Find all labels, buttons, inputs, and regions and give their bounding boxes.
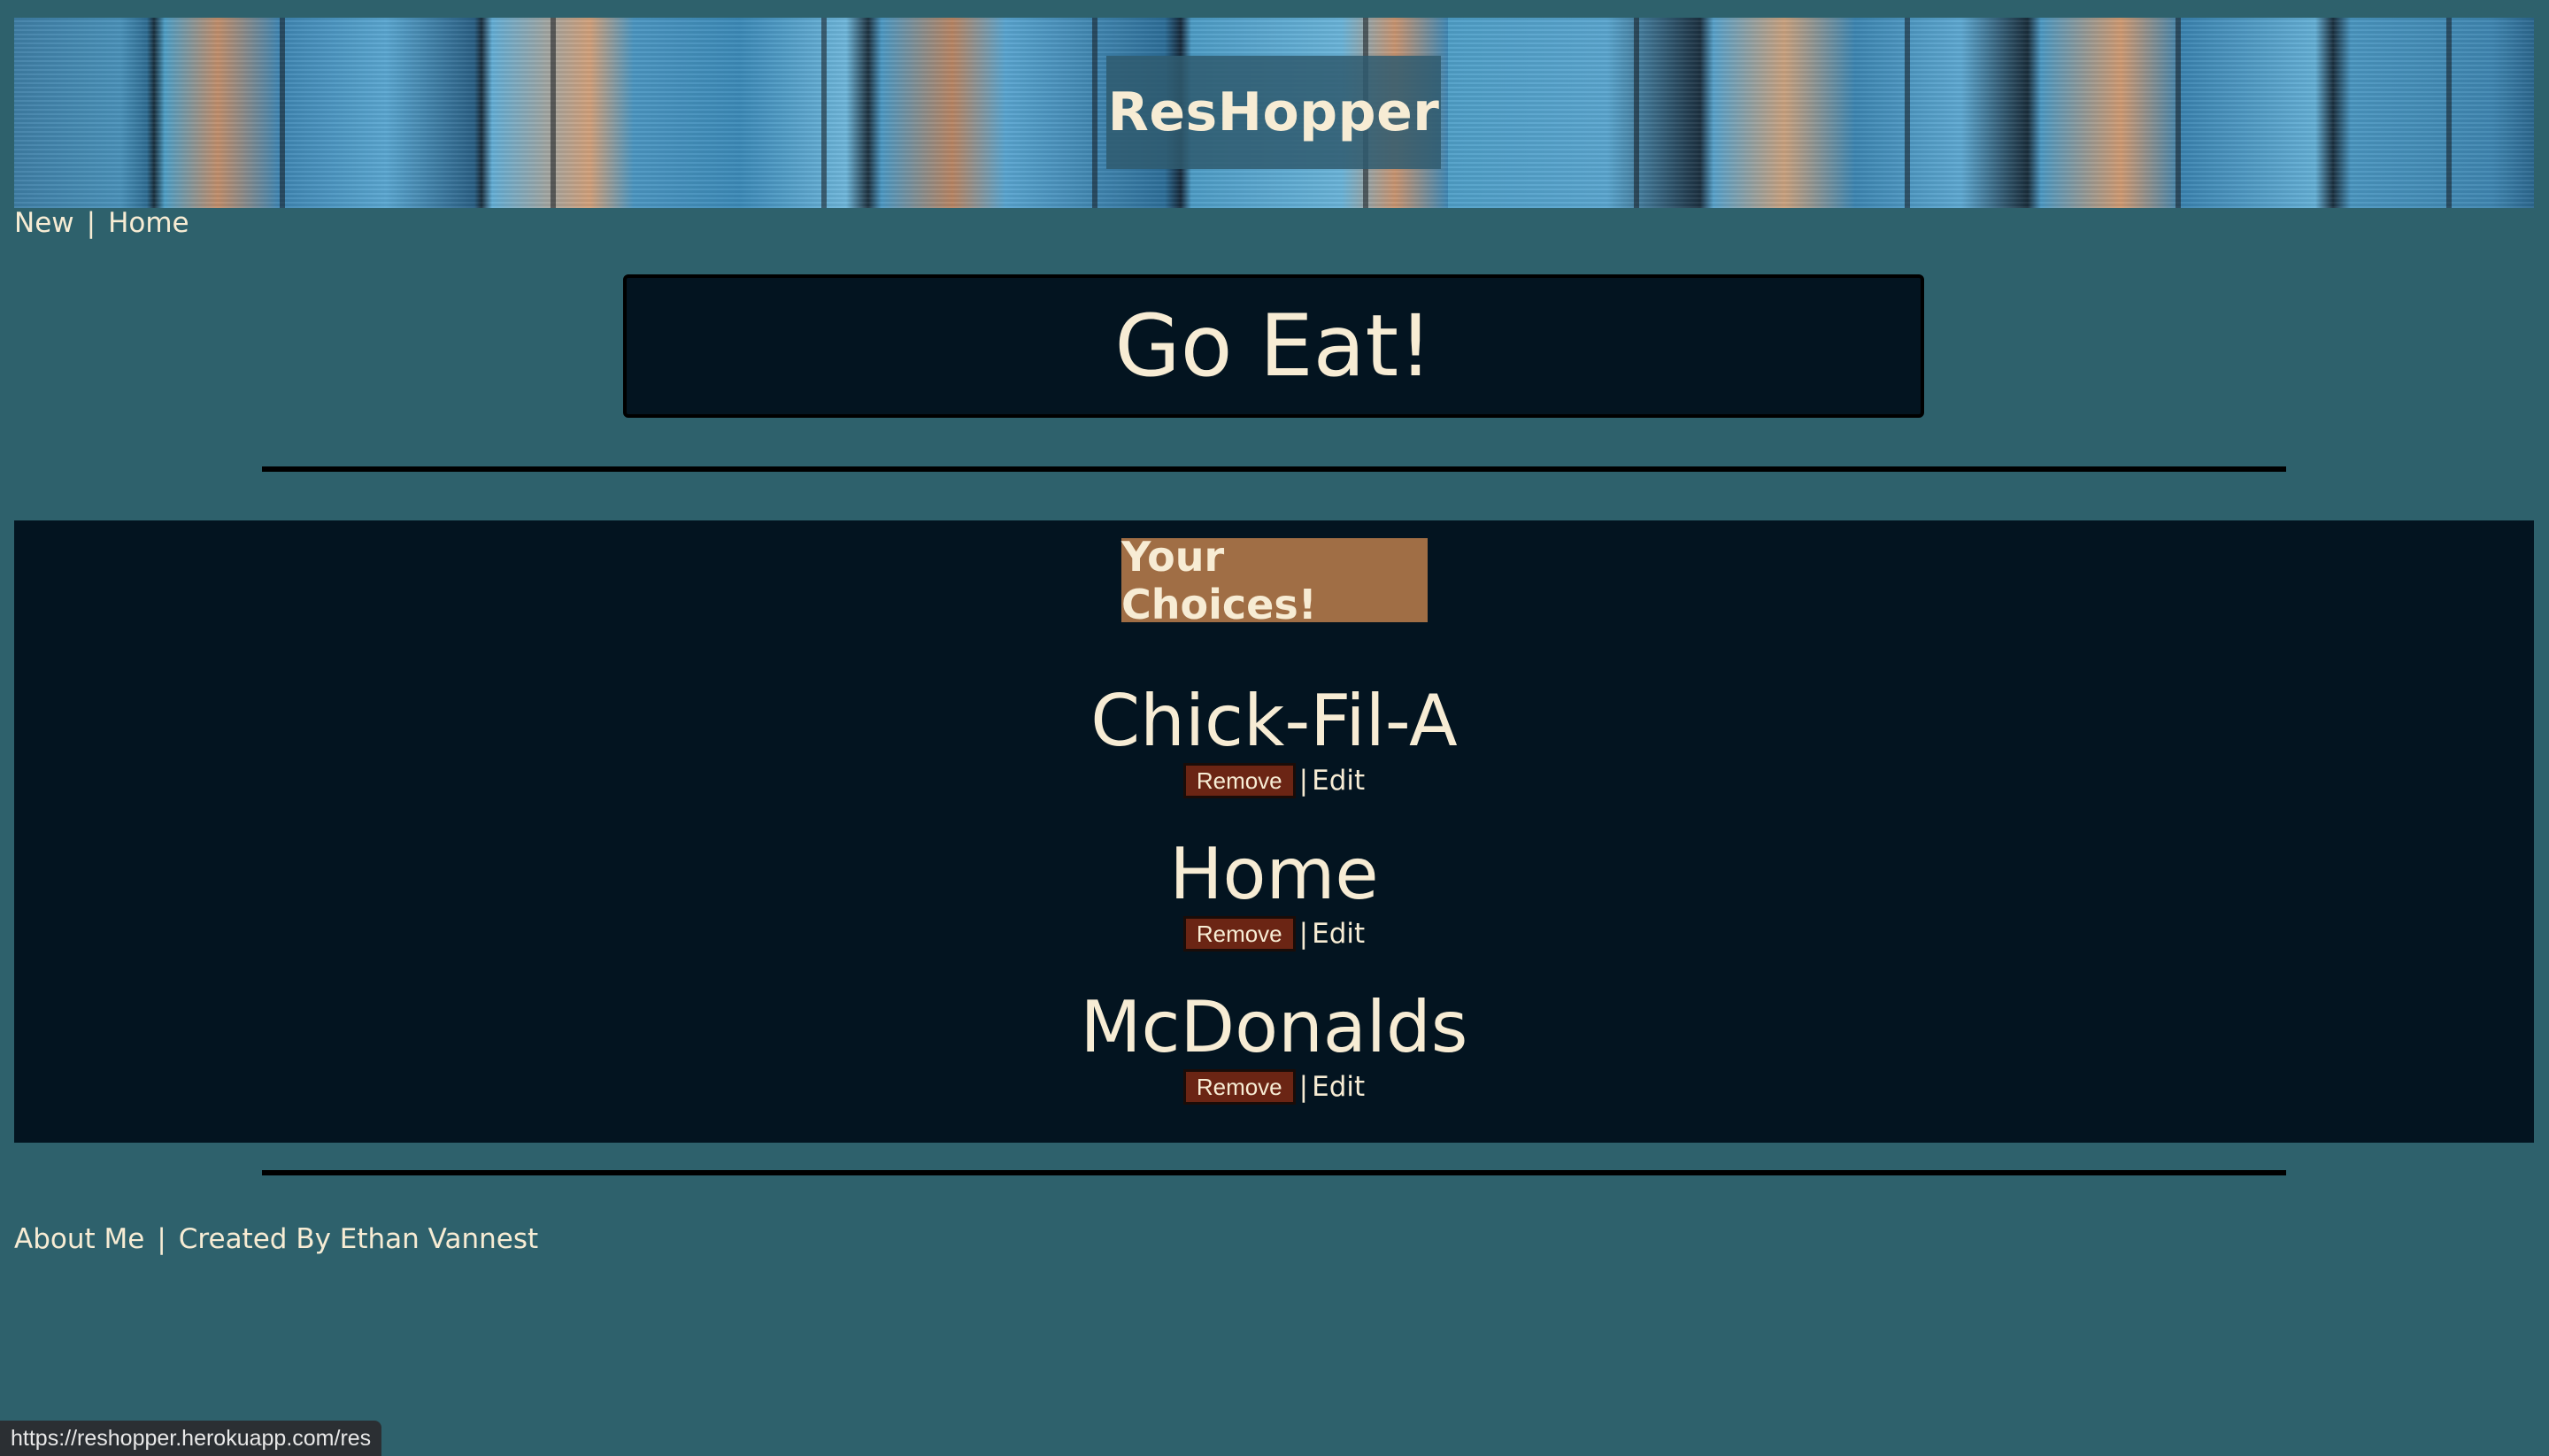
brand-box: ResHopper [1106, 56, 1441, 169]
remove-button[interactable]: Remove [1182, 916, 1296, 951]
action-separator: | [1298, 1071, 1309, 1103]
remove-button[interactable]: Remove [1182, 1069, 1296, 1105]
footer-credit: Created By Ethan Vannest [178, 1223, 539, 1255]
choice-name: Home [1169, 833, 1379, 915]
link-status-bar: https://reshopper.herokuapp.com/res [0, 1421, 382, 1456]
footer-separator: | [157, 1223, 166, 1255]
choice-actions: Remove | Edit [14, 1069, 2534, 1105]
top-nav: New | Home [14, 207, 189, 239]
choice-actions: Remove | Edit [14, 916, 2534, 951]
action-separator: | [1298, 765, 1309, 797]
choice-item: McDonalds Remove | Edit [14, 988, 2534, 1105]
edit-link[interactable]: Edit [1312, 918, 1365, 950]
choice-item: Home Remove | Edit [14, 835, 2534, 951]
choice-item: Chick-Fil-A Remove | Edit [14, 682, 2534, 798]
choices-title: Your Choices! [1121, 533, 1428, 628]
divider-bottom [262, 1170, 2286, 1175]
nav-new-link[interactable]: New [14, 207, 74, 239]
action-separator: | [1298, 918, 1309, 950]
choices-panel: Your Choices! Chick-Fil-A Remove | Edit … [14, 520, 2534, 1143]
hero-box: Go Eat! [623, 274, 1924, 418]
nav-separator: | [86, 207, 96, 239]
hero-title: Go Eat! [1114, 297, 1433, 396]
choice-name: McDonalds [1080, 986, 1468, 1068]
edit-link[interactable]: Edit [1312, 765, 1365, 797]
page: ResHopper New | Home Go Eat! Your Choices!… [0, 0, 2549, 1456]
edit-link[interactable]: Edit [1312, 1071, 1365, 1103]
about-me-link[interactable]: About Me [14, 1223, 144, 1255]
site-title: ResHopper [1107, 81, 1440, 143]
nav-home-link[interactable]: Home [108, 207, 189, 239]
choice-name: Chick-Fil-A [1090, 680, 1458, 762]
footer: About Me | Created By Ethan Vannest [14, 1223, 538, 1255]
choice-actions: Remove | Edit [14, 763, 2534, 798]
divider-top [262, 466, 2286, 472]
remove-button[interactable]: Remove [1182, 763, 1296, 798]
